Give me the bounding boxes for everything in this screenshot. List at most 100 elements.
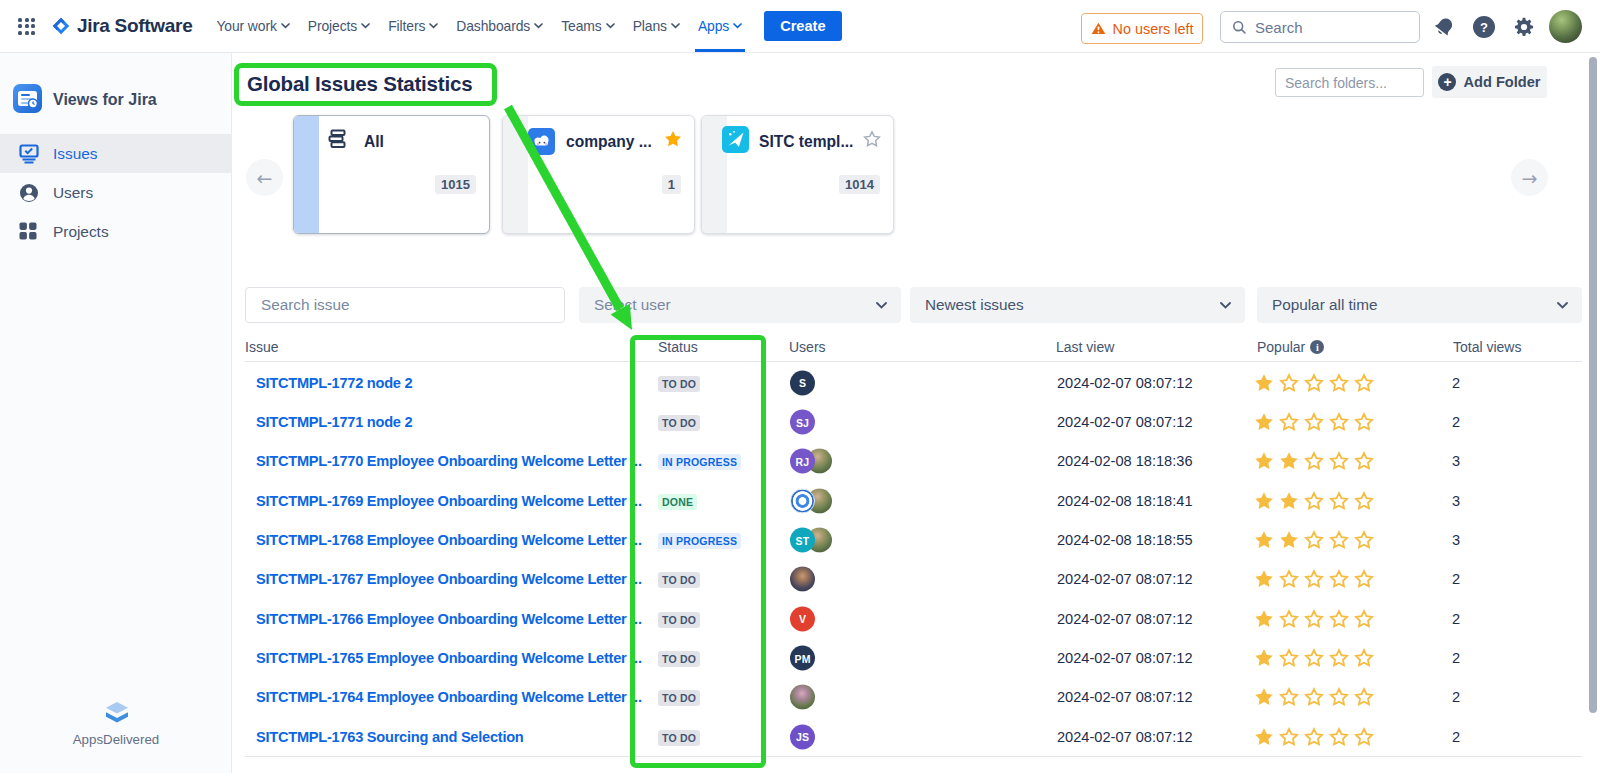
star-outline-icon[interactable] [1278,411,1300,433]
select-user-dropdown[interactable]: Select user [579,287,901,323]
issue-link[interactable]: SITCTMPL-1771 node 2 [256,414,412,430]
user-avatar[interactable]: ST [790,528,815,553]
star-outline-icon[interactable] [1353,529,1375,551]
star-outline-icon[interactable] [1303,411,1325,433]
star-outline-icon[interactable] [1353,608,1375,630]
star-filled-icon[interactable] [1278,450,1300,472]
star-outline-icon[interactable] [1328,411,1350,433]
star-outline-icon[interactable] [1328,568,1350,590]
app-switcher-icon[interactable] [18,18,35,35]
star-filled-icon[interactable] [1278,490,1300,512]
info-icon[interactable]: i [1310,340,1324,354]
star-filled-icon[interactable] [1253,372,1275,394]
star-outline-icon[interactable] [1353,647,1375,669]
issue-link[interactable]: SITCTMPL-1765 Employee Onboarding Welcom… [256,650,642,666]
star-outline-icon[interactable] [1303,372,1325,394]
star-outline-icon[interactable] [1303,529,1325,551]
star-outline-icon[interactable] [1328,726,1350,748]
nav-item-dashboards[interactable]: Dashboards [456,0,543,52]
user-avatar[interactable]: V [790,606,815,631]
star-outline-icon[interactable] [1278,608,1300,630]
star-outline-icon[interactable] [1353,568,1375,590]
issue-link[interactable]: SITCTMPL-1767 Employee Onboarding Welcom… [256,571,642,587]
sidebar-item-issues[interactable]: Issues [0,134,231,173]
nav-item-filters[interactable]: Filters [388,0,438,52]
star-outline-icon[interactable] [1353,411,1375,433]
star-outline-icon[interactable] [1353,490,1375,512]
user-avatar[interactable] [790,685,815,710]
issue-link[interactable]: SITCTMPL-1769 Employee Onboarding Welcom… [256,493,642,509]
user-avatar[interactable]: JS [790,724,815,749]
no-users-left-button[interactable]: No users left [1081,13,1203,44]
global-search-input[interactable]: Search [1220,11,1420,43]
scrollbar-thumb[interactable] [1589,57,1597,713]
star-outline-icon[interactable] [1303,647,1325,669]
issue-link[interactable]: SITCTMPL-1764 Employee Onboarding Welcom… [256,689,642,705]
star-outline-icon[interactable] [1303,450,1325,472]
nav-item-projects[interactable]: Projects [308,0,370,52]
star-filled-icon[interactable] [1278,529,1300,551]
user-avatar[interactable]: S [790,370,815,395]
star-outline-icon[interactable] [1328,372,1350,394]
star-outline-icon[interactable] [1328,490,1350,512]
sidebar-item-projects[interactable]: Projects [0,212,231,251]
nav-item-your-work[interactable]: Your work [216,0,289,52]
star-outline-icon[interactable] [1353,372,1375,394]
nav-item-plans[interactable]: Plans [633,0,680,52]
user-avatar[interactable] [790,488,815,513]
create-button[interactable]: Create [764,11,841,41]
star-outline-icon[interactable] [1353,686,1375,708]
star-filled-icon[interactable] [1253,529,1275,551]
star-outline-icon[interactable] [1303,608,1325,630]
star-outline-icon[interactable] [1353,726,1375,748]
star-outline-icon[interactable] [1278,647,1300,669]
folder-card[interactable]: All1015 [293,115,490,234]
user-avatar[interactable]: RJ [790,449,815,474]
user-avatar[interactable]: PM [790,646,815,671]
star-outline-icon[interactable] [1303,490,1325,512]
star-outline-icon[interactable] [1328,450,1350,472]
sidebar-item-users[interactable]: Users [0,173,231,212]
star-outline-icon[interactable] [1278,568,1300,590]
favorite-star-icon[interactable] [862,129,882,149]
star-filled-icon[interactable] [1253,686,1275,708]
star-filled-icon[interactable] [1253,726,1275,748]
folder-card[interactable]: SITC templ...1014 [701,115,894,234]
issue-link[interactable]: SITCTMPL-1766 Employee Onboarding Welcom… [256,611,642,627]
star-outline-icon[interactable] [1328,608,1350,630]
add-folder-button[interactable]: + Add Folder [1432,66,1547,98]
star-outline-icon[interactable] [1328,686,1350,708]
star-outline-icon[interactable] [1303,568,1325,590]
issue-link[interactable]: SITCTMPL-1768 Employee Onboarding Welcom… [256,532,642,548]
popular-range-dropdown[interactable]: Popular all time [1257,287,1582,323]
nav-item-teams[interactable]: Teams [561,0,614,52]
issue-link[interactable]: SITCTMPL-1772 node 2 [256,375,412,391]
jira-logo[interactable]: Jira Software [52,15,192,37]
star-filled-icon[interactable] [1253,411,1275,433]
star-outline-icon[interactable] [1328,647,1350,669]
nav-item-apps[interactable]: Apps [698,0,742,52]
user-avatar[interactable] [1549,10,1582,43]
user-avatar[interactable]: SJ [790,410,815,435]
search-issue-input[interactable]: Search issue [245,287,565,323]
star-outline-icon[interactable] [1303,686,1325,708]
cards-prev-button[interactable]: ← [246,159,283,196]
star-outline-icon[interactable] [1353,450,1375,472]
favorite-star-icon[interactable] [663,129,683,149]
folders-search-input[interactable]: Search folders... [1275,68,1424,97]
issue-link[interactable]: SITCTMPL-1770 Employee Onboarding Welcom… [256,453,642,469]
folder-card[interactable]: company ...1 [502,115,695,234]
star-filled-icon[interactable] [1253,490,1275,512]
star-outline-icon[interactable] [1278,372,1300,394]
star-filled-icon[interactable] [1253,647,1275,669]
star-outline-icon[interactable] [1278,686,1300,708]
star-outline-icon[interactable] [1278,726,1300,748]
cards-next-button[interactable]: → [1511,159,1548,196]
help-icon[interactable]: ? [1473,16,1495,38]
star-filled-icon[interactable] [1253,568,1275,590]
star-filled-icon[interactable] [1253,450,1275,472]
sort-issues-dropdown[interactable]: Newest issues [910,287,1245,323]
user-avatar[interactable] [790,567,815,592]
settings-gear-icon[interactable] [1513,16,1535,38]
star-filled-icon[interactable] [1253,608,1275,630]
